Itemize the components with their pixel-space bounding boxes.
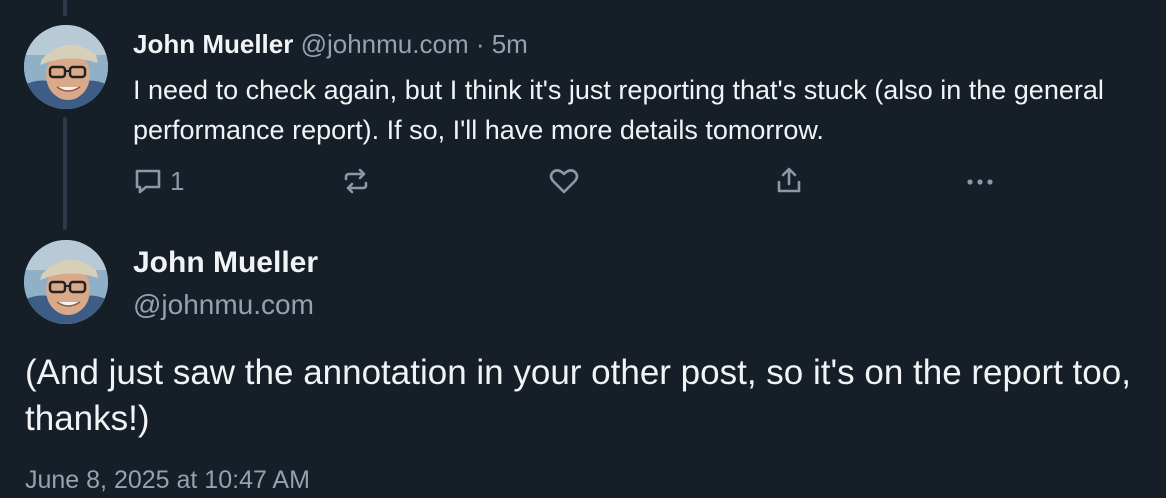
heart-icon (549, 169, 579, 194)
reply-author-name[interactable]: John Mueller (133, 29, 293, 59)
share-upload-icon (777, 167, 801, 193)
repost-button[interactable] (340, 163, 372, 199)
reply-count: 1 (170, 165, 185, 196)
post-author-name[interactable]: John Mueller (133, 244, 318, 282)
speech-bubble-icon (135, 169, 161, 194)
reply-author-handle[interactable]: @johnmu.com (301, 29, 469, 59)
post-avatar[interactable] (24, 240, 108, 324)
reply-header: John Mueller @johnmu.com · 5m (133, 27, 528, 61)
like-button[interactable] (548, 163, 580, 199)
thread-connector-line (63, 117, 67, 230)
thread-line-top (63, 0, 67, 16)
repost-arrows-icon (344, 168, 368, 194)
avatar-image (24, 25, 108, 109)
reply-button[interactable]: 1 (132, 163, 184, 199)
reply-time-ago[interactable]: 5m (492, 29, 528, 59)
reply-avatar[interactable] (24, 25, 108, 109)
post-timestamp[interactable]: June 8, 2025 at 10:47 AM (25, 464, 310, 496)
post-author-handle[interactable]: @johnmu.com (133, 287, 314, 323)
header-separator: · (468, 29, 492, 59)
share-button[interactable] (773, 163, 805, 199)
avatar-image (24, 240, 108, 324)
reply-text: I need to check again, but I think it's … (133, 75, 1104, 145)
more-options-button[interactable] (962, 163, 998, 199)
post-text: (And just saw the annotation in your oth… (25, 353, 1131, 438)
ellipsis-icon (967, 179, 993, 185)
